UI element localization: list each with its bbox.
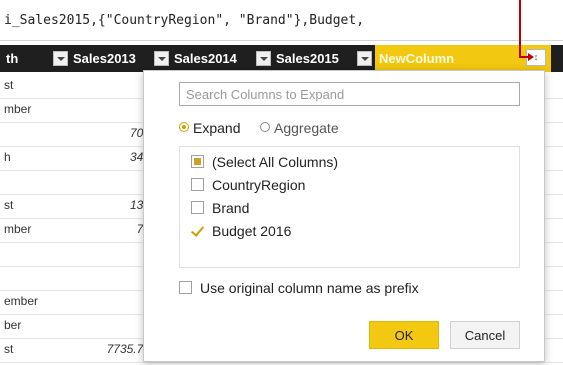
row-value: 75 bbox=[60, 216, 150, 242]
formula-bar[interactable]: i_Sales2015,{"CountryRegion", "Brand"},B… bbox=[0, 0, 563, 41]
row-value: 139 bbox=[129, 198, 150, 212]
row-value bbox=[60, 240, 150, 266]
search-columns-input[interactable] bbox=[179, 82, 520, 106]
row-value bbox=[60, 72, 150, 98]
column-header-sales2013[interactable]: Sales2013 bbox=[73, 45, 136, 72]
chevron-down-icon[interactable] bbox=[357, 51, 372, 66]
column-header-sales2015[interactable]: Sales2015 bbox=[276, 45, 339, 72]
countryregion-label: CountryRegion bbox=[212, 177, 306, 193]
newcolumn-label: NewColumn bbox=[379, 51, 455, 66]
column-header-row: th Sales2013 Sales2014 Sales2015 NewColu… bbox=[0, 45, 563, 72]
cancel-button[interactable]: Cancel bbox=[450, 321, 520, 349]
aggregate-radio[interactable] bbox=[260, 122, 270, 132]
row-month: ber bbox=[4, 318, 22, 332]
row-value: 1 bbox=[60, 264, 150, 290]
row-value bbox=[60, 312, 150, 338]
annotation-arrow-icon bbox=[528, 53, 534, 61]
row-value bbox=[60, 168, 150, 194]
select-all-label: (Select All Columns) bbox=[212, 154, 339, 170]
row-month: st bbox=[4, 78, 14, 92]
column-header-sales2014[interactable]: Sales2014 bbox=[174, 45, 237, 72]
row-value: 342 bbox=[129, 150, 150, 164]
row-value bbox=[60, 96, 150, 122]
ok-button[interactable]: OK bbox=[369, 321, 439, 349]
row-value: 700 bbox=[129, 126, 150, 140]
brand-checkbox[interactable] bbox=[191, 201, 204, 214]
expand-column-dialog: Expand Aggregate (Select All Columns) Co… bbox=[143, 70, 545, 362]
row-month: h bbox=[4, 150, 11, 164]
row-value: 7735.76 bbox=[106, 342, 150, 356]
column-header-newcolumn[interactable]: NewColumn ↕ bbox=[375, 45, 551, 72]
row-month: st bbox=[4, 342, 14, 356]
chevron-down-icon[interactable] bbox=[53, 51, 68, 66]
brand-label: Brand bbox=[212, 200, 250, 216]
chevron-down-icon[interactable] bbox=[256, 51, 271, 66]
select-all-checkbox[interactable] bbox=[191, 155, 204, 168]
aggregate-radio-label[interactable]: Aggregate bbox=[274, 119, 339, 137]
column-header-month[interactable]: th bbox=[6, 45, 18, 72]
formula-text: i_Sales2015,{"CountryRegion", "Brand"},B… bbox=[4, 13, 365, 28]
expand-radio-label[interactable]: Expand bbox=[193, 119, 240, 137]
budget-2016-checkbox[interactable] bbox=[191, 224, 204, 237]
row-month: st bbox=[4, 198, 14, 212]
prefix-checkbox[interactable] bbox=[179, 281, 192, 294]
annotation-line bbox=[519, 0, 521, 58]
columns-list: (Select All Columns) CountryRegion Brand… bbox=[179, 146, 520, 268]
row-month: ember bbox=[4, 294, 39, 308]
row-value: 5 bbox=[60, 288, 150, 314]
countryregion-checkbox[interactable] bbox=[191, 178, 204, 191]
prefix-label: Use original column name as prefix bbox=[200, 280, 419, 296]
chevron-down-icon[interactable] bbox=[154, 51, 169, 66]
row-month: mber bbox=[4, 222, 32, 236]
row-month: mber bbox=[4, 102, 32, 116]
budget-2016-label: Budget 2016 bbox=[212, 223, 292, 239]
expand-radio[interactable] bbox=[179, 122, 189, 132]
